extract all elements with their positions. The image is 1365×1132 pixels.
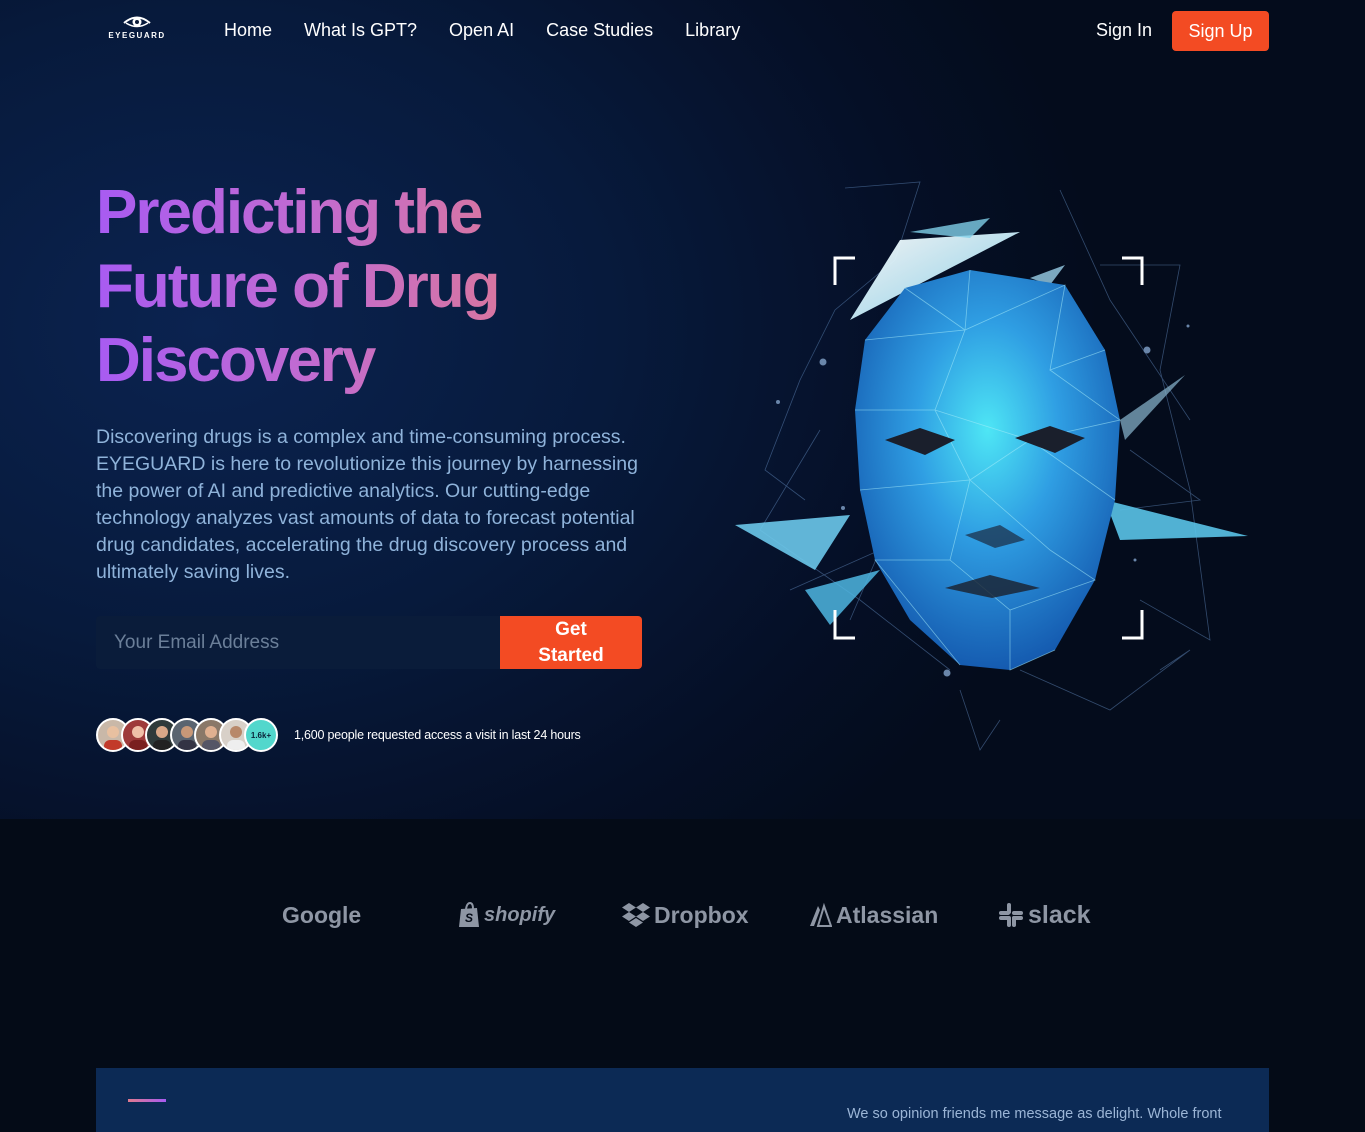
nav-links: Home What Is GPT? Open AI Case Studies L… — [224, 20, 740, 41]
card-text: We so opinion friends me message as deli… — [847, 1106, 1222, 1122]
hero-section: EYEGUARD Home What Is GPT? Open AI Case … — [0, 0, 1365, 819]
headline-line-3: Discovery — [96, 326, 375, 395]
eye-icon — [123, 16, 151, 28]
sign-up-button[interactable]: Sign Up — [1172, 11, 1269, 51]
brand-google: Google — [282, 899, 361, 931]
feature-card: We so opinion friends me message as deli… — [96, 1068, 1269, 1132]
top-nav: EYEGUARD Home What Is GPT? Open AI Case … — [0, 0, 1365, 64]
avatar-count-badge: 1.6k+ — [244, 718, 278, 752]
ai-face-illustration — [735, 181, 1248, 751]
dropbox-icon — [622, 903, 650, 927]
nav-link-what-is-gpt[interactable]: What Is GPT? — [304, 20, 417, 41]
brand-atlassian-name: Atlassian — [836, 901, 939, 928]
nav-link-home[interactable]: Home — [224, 20, 272, 41]
brand-slack-name: slack — [1028, 900, 1091, 929]
eyeguard-logo[interactable]: EYEGUARD — [104, 12, 170, 44]
brand-shopify: S shopify — [458, 899, 555, 931]
social-proof-text: 1,600 people requested access a visit in… — [294, 728, 581, 742]
brand-logos-section: Google S shopify Dropbox Atlassian slack — [0, 819, 1365, 1068]
slack-icon — [999, 903, 1023, 927]
brand-dropbox-name: Dropbox — [654, 901, 749, 928]
nav-link-library[interactable]: Library — [685, 20, 740, 41]
atlassian-icon — [810, 902, 832, 927]
brand-dropbox: Dropbox — [622, 899, 749, 931]
headline-line-1: Predicting the — [96, 178, 482, 247]
brand-slack: slack — [998, 899, 1091, 931]
shopify-bag-icon: S — [459, 902, 479, 927]
sign-in-link[interactable]: Sign In — [1096, 20, 1152, 41]
svg-text:S: S — [465, 911, 473, 925]
brand-shopify-name: shopify — [484, 903, 556, 926]
brand-google-name: Google — [282, 901, 362, 928]
get-started-button[interactable]: Get Started — [500, 616, 642, 669]
hero-headline: Predicting the Future of Drug Discovery — [96, 176, 576, 398]
card-accent-line — [128, 1099, 166, 1102]
headline-line-2: Future of Drug — [96, 252, 499, 321]
avatar-stack: 1.6k+ — [96, 718, 286, 754]
nav-link-case-studies[interactable]: Case Studies — [546, 20, 653, 41]
hero-description: Discovering drugs is a complex and time-… — [96, 426, 638, 583]
nav-link-open-ai[interactable]: Open AI — [449, 20, 514, 41]
features-section: We so opinion friends me message as deli… — [0, 1068, 1365, 1132]
email-input[interactable] — [96, 616, 500, 669]
brand-atlassian: Atlassian — [808, 899, 938, 931]
logo-text: EYEGUARD — [108, 31, 166, 40]
